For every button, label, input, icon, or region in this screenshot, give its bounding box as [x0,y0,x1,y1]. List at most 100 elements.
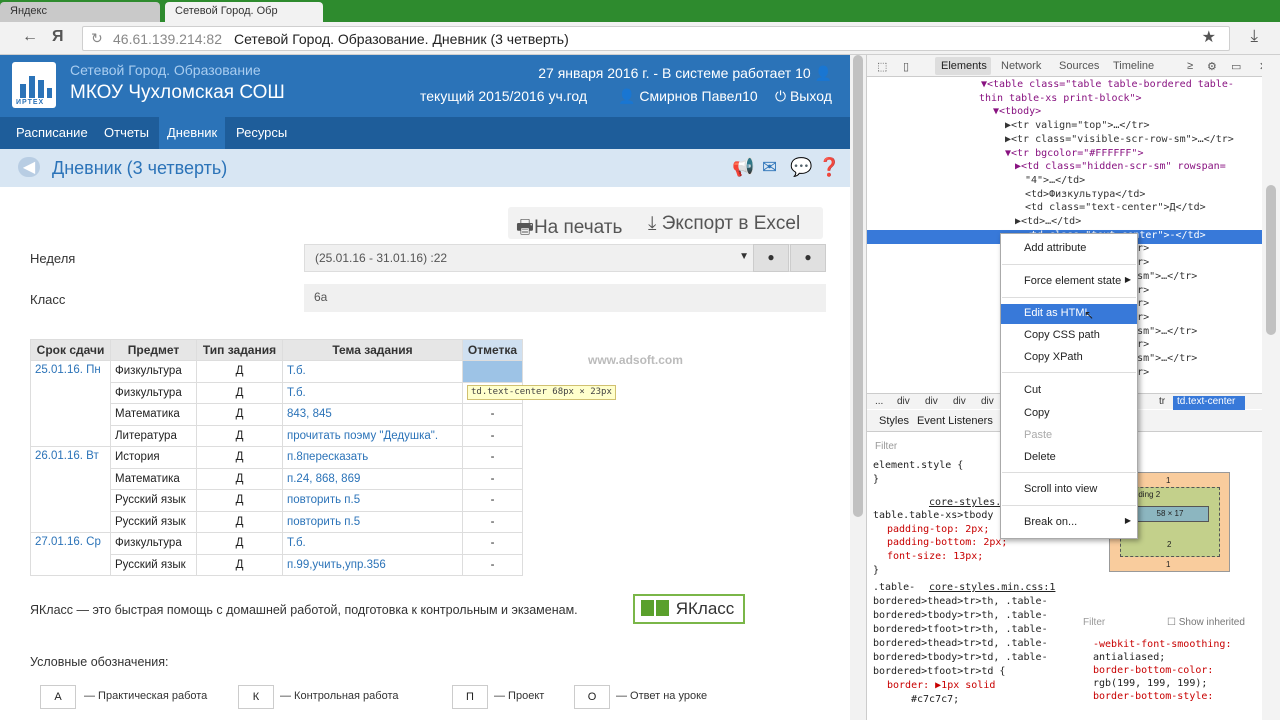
bookmark-star-icon[interactable]: ★ [1202,27,1216,47]
menu-force-state[interactable]: Force element state ▶ [1001,272,1137,292]
crumb[interactable]: div [925,396,938,407]
type-cell: Д [196,424,283,447]
legend-value: — Контрольная работа [280,690,399,702]
menu-add-attribute[interactable]: Add attribute [1001,239,1137,259]
yandex-icon[interactable]: Я [52,28,64,46]
submenu-arrow-icon: ▶ [1124,516,1131,525]
dom-node[interactable]: ▼<tr bgcolor="#FFFFFF"> [867,148,1280,162]
topic-link[interactable]: п.24, 868, 869 [282,467,463,490]
context-menu: Add attribute Force element state ▶ Edit … [1000,233,1138,539]
back-arrow-icon[interactable]: ← [22,28,38,46]
menu-edit-as-html[interactable]: Edit as HTML [1001,304,1137,324]
topic-link[interactable]: п.8пересказать [282,446,463,469]
topic-link[interactable]: повторить п.5 [282,489,463,512]
tab-network[interactable]: Network [1001,60,1041,72]
inspect-icon[interactable]: ⬚ [877,60,887,73]
device-icon[interactable]: ▯ [903,60,909,73]
menu-diary[interactable]: Дневник [159,117,226,149]
exit-link[interactable]: ⏻ Выход [775,88,832,105]
type-cell: Д [196,446,283,469]
class-field[interactable]: 6а [304,284,826,312]
menu-cut[interactable]: Cut [1001,381,1137,401]
menu-copy[interactable]: Copy [1001,404,1137,424]
console-icon[interactable]: ≥ [1187,60,1193,72]
week-select[interactable]: (25.01.16 - 31.01.16) :22 ▼ ● ● [304,244,826,272]
help-icon[interactable]: ❓ [818,157,840,178]
dom-node[interactable]: ▼<tbody> [867,106,1280,120]
subject-cell: Русский язык [110,489,197,512]
mail-icon[interactable]: ✉ [762,157,777,178]
page-scrollbar[interactable] [850,55,866,720]
menu-delete[interactable]: Delete [1001,448,1137,468]
dom-node[interactable]: ▶<tr valign="top">…</tr> [867,120,1280,134]
legend-value: — Практическая работа [84,690,208,702]
back-icon[interactable]: ◀ [18,157,40,177]
megaphone-icon[interactable]: 📢 [732,157,754,178]
dom-node[interactable]: ▶<td class="hidden-scr-sm" rowspan= [867,161,1280,175]
topic-link[interactable]: Т.б. [282,381,463,404]
next-week-button[interactable]: ● [790,244,826,272]
dom-node[interactable]: "4">…</td> [867,175,1280,189]
tab-timeline[interactable]: Timeline [1113,60,1154,72]
menu-copy-xpath[interactable]: Copy XPath [1001,348,1137,368]
topic-link[interactable]: п.99,учить,упр.356 [282,553,463,576]
topic-link[interactable]: 843, 845 [282,403,463,426]
menu-reports[interactable]: Отчеты [96,117,157,149]
browser-tab-active[interactable]: Сетевой Город. Обр [165,2,323,22]
devtools-scrollbar[interactable] [1262,55,1280,720]
dom-node[interactable]: ▶<tr class="visible-scr-row-sm">…</tr> [867,134,1280,148]
menu-schedule[interactable]: Расписание [8,117,96,149]
yaklass-button[interactable]: ЯКласс [633,594,745,624]
computed-filter[interactable]: Filter [1083,617,1105,628]
tab-event-listeners[interactable]: Event Listeners [917,415,993,427]
styles-filter[interactable]: Filter [875,441,897,452]
chat-icon[interactable]: 💬 [790,157,812,178]
url-field[interactable]: ↻ 46.61.139.214:82 Сетевой Город. Образов… [82,26,1230,51]
topic-link[interactable]: повторить п.5 [282,510,463,533]
dom-node[interactable]: <td>Физкультура</td> [867,189,1280,203]
dom-node[interactable]: <td class="text-center">Д</td> [867,202,1280,216]
url-page-title: Сетевой Город. Образование. Дневник (3 ч… [234,31,569,47]
crumb[interactable]: ... [875,396,883,407]
export-excel-button[interactable]: ⤓ Экспорт в Excel [648,213,800,235]
users-icon: 👤 [814,65,832,81]
subject-cell: Литература [110,424,197,447]
mark-cell: - [462,489,523,512]
crumb[interactable]: div [981,396,994,407]
user-link[interactable]: 👤 Смирнов Павел10 [618,88,758,105]
menu-copy-css-path[interactable]: Copy CSS path [1001,326,1137,346]
dock-icon[interactable]: ▭ [1231,60,1241,73]
topic-link[interactable]: Т.б. [282,360,463,383]
download-icon[interactable]: ⤓ [1250,26,1258,46]
crumb-selected[interactable]: td.text-center [1173,396,1245,410]
column-header: Отметка [462,339,523,361]
menu-scroll-into-view[interactable]: Scroll into view [1001,480,1137,500]
legend-key: О [574,685,610,709]
dom-node[interactable]: ▶<td>…</td> [867,216,1280,230]
browser-tab-yandex[interactable]: Яндекс [0,2,160,22]
dom-node[interactable]: ▼<table class="table table-bordered tabl… [867,79,1280,93]
settings-icon[interactable]: ⚙ [1207,60,1217,73]
menu-resources[interactable]: Ресурсы [228,117,295,149]
menu-paste[interactable]: Paste [1001,426,1137,446]
css-line: core-styles. [929,497,1002,508]
tab-styles[interactable]: Styles [879,415,909,427]
print-button[interactable]: 🖶На печать [516,213,622,245]
topic-link[interactable]: прочитать поэму "Дедушка". [282,424,463,447]
show-inherited-checkbox[interactable]: ☐ Show inherited [1167,617,1245,628]
css-line: bordered>tfoot>tr>td { [873,666,1006,677]
menu-break-on[interactable]: Break on... ▶ [1001,513,1137,533]
crumb[interactable]: tr [1159,396,1165,407]
tab-elements[interactable]: Elements [935,57,991,75]
tab-sources[interactable]: Sources [1059,60,1099,72]
homework-table: Срок сдачи Предмет Тип задания Тема задания… [30,339,523,576]
crumb[interactable]: div [953,396,966,407]
reload-icon[interactable]: ↻ [91,30,103,47]
dom-node[interactable]: thin table-xs print-block"> [867,93,1280,107]
css-line: bordered>tfoot>tr>th, .table- [873,624,1048,635]
crumb[interactable]: div [897,396,910,407]
prev-week-button[interactable]: ● [753,244,789,272]
topic-link[interactable]: Т.б. [282,532,463,555]
org-name: Сетевой Город. Образование [70,62,261,78]
url-host: 46.61.139.214:82 [113,31,222,47]
